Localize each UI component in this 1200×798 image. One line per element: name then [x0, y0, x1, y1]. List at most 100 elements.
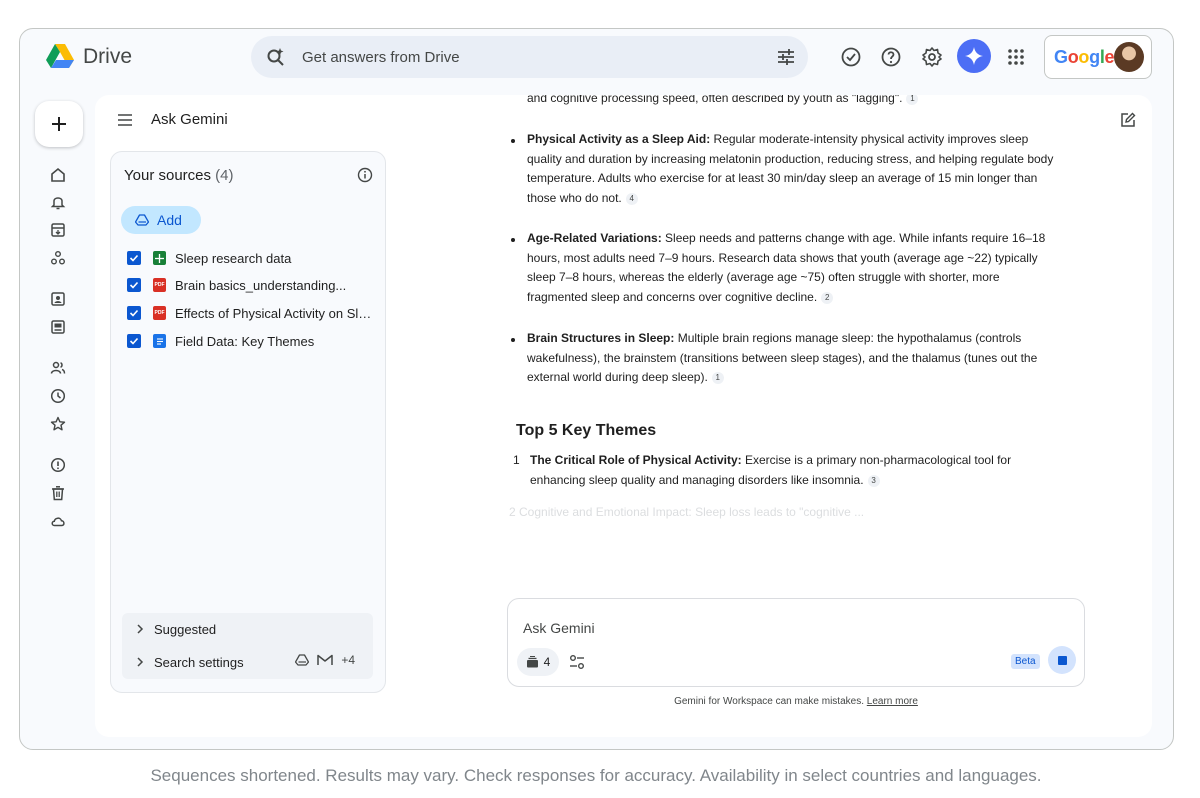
my-drive-icon[interactable] [50, 291, 66, 307]
sheets-file-icon [153, 251, 166, 265]
avatar[interactable] [1114, 42, 1144, 72]
search-input[interactable]: Get answers from Drive [302, 49, 460, 66]
drive-window: Drive Get answers from Drive Google Ask … [19, 28, 1174, 750]
faded-numbered-item: 2 Cognitive and Emotional Impact: Sleep … [509, 505, 865, 519]
source-item[interactable]: PDF Effects of Physical Activity on Slee… [127, 304, 377, 322]
shared-with-me-icon[interactable] [50, 360, 66, 376]
bullet [511, 238, 515, 242]
plus-icon [52, 117, 66, 131]
citation-chip[interactable]: 1 [906, 95, 919, 105]
citation-chip[interactable]: 3 [867, 474, 880, 487]
recent-clock-icon[interactable] [50, 388, 66, 404]
ask-gemini-input-box[interactable]: Ask Gemini 4 Beta [507, 598, 1085, 687]
filter-icon[interactable] [776, 47, 796, 67]
trash-icon[interactable] [50, 485, 66, 501]
bullet-title: Age-Related Variations: [527, 231, 662, 245]
top-bar: Drive Get answers from Drive Google [20, 29, 1173, 89]
response-bullet: Brain Structures in Sleep: Multiple brai… [527, 329, 1057, 388]
sources-chip-count: 4 [543, 655, 551, 669]
learn-more-link[interactable]: Learn more [867, 696, 918, 707]
search-sparkle-icon [267, 48, 284, 66]
suggested-label: Suggested [154, 621, 217, 637]
list-number: 1 [513, 453, 520, 467]
checkbox-checked[interactable] [127, 278, 141, 292]
panel-title: Ask Gemini [151, 111, 228, 128]
source-label: Brain basics_understanding... [175, 277, 347, 293]
response-text: and cognitive processing speed, often de… [527, 95, 903, 105]
checkbox-checked[interactable] [127, 251, 141, 265]
source-label: Effects of Physical Activity on Slee... [175, 305, 375, 321]
sources-chip[interactable]: 4 [517, 648, 559, 676]
citation-chip[interactable]: 1 [711, 372, 724, 384]
item-title: The Critical Role of Physical Activity: [530, 453, 742, 467]
stop-icon [1057, 655, 1067, 665]
gemini-response: and cognitive processing speed, often de… [506, 95, 1066, 515]
drive-outline-icon [295, 654, 310, 666]
gmail-icon [317, 654, 334, 665]
apps-grid-icon[interactable] [1005, 46, 1027, 68]
tools-icon[interactable] [569, 654, 585, 670]
gemini-sparkle-icon [965, 47, 983, 65]
settings-gear-icon[interactable] [921, 46, 943, 68]
sources-footer: Suggested Search settings +4 [122, 613, 373, 679]
source-item[interactable]: Field Data: Key Themes [127, 332, 377, 350]
notifications-bell-icon[interactable] [50, 194, 66, 210]
response-bullet: Age-Related Variations: Sleep needs and … [527, 229, 1057, 307]
drive-outline-icon [135, 214, 149, 226]
disclaimer: Gemini for Workspace can make mistakes. … [507, 696, 1085, 707]
search-source-icons: +4 [295, 653, 355, 667]
search-settings-row[interactable]: Search settings [136, 653, 244, 671]
drive-logo-icon[interactable] [46, 44, 74, 68]
info-icon[interactable] [357, 167, 373, 183]
menu-icon[interactable] [117, 113, 133, 127]
computers-icon[interactable] [50, 319, 66, 335]
storage-cloud-icon[interactable] [50, 513, 66, 529]
chevron-right-icon [137, 624, 144, 634]
ask-gemini-input[interactable]: Ask Gemini [523, 620, 595, 636]
citation-chip[interactable]: 2 [821, 291, 834, 304]
pdf-file-icon: PDF [153, 306, 166, 320]
response-bullet: Physical Activity as a Sleep Aid: Regula… [527, 130, 1057, 208]
spam-icon[interactable] [50, 457, 66, 473]
new-button[interactable] [35, 101, 83, 147]
caption: Sequences shortened. Results may vary. C… [150, 766, 1042, 785]
extra-sources-count: +4 [341, 653, 355, 667]
bullet [511, 338, 515, 342]
search-settings-label: Search settings [154, 654, 244, 670]
checkbox-checked[interactable] [127, 306, 141, 320]
add-source-label: Add [157, 212, 182, 228]
docs-file-icon [153, 334, 166, 348]
source-label: Sleep research data [175, 250, 292, 266]
new-chat-edit-icon[interactable] [1120, 112, 1136, 128]
bullet-title: Brain Structures in Sleep: [527, 331, 675, 345]
activity-icon[interactable] [50, 222, 66, 238]
sources-card: Your sources (4) Add Sleep research data [110, 151, 386, 693]
account-switcher[interactable]: Google [1044, 35, 1152, 79]
sources-title: Your sources (4) [124, 167, 234, 184]
pdf-file-icon: PDF [153, 278, 166, 292]
gemini-button[interactable] [957, 39, 991, 73]
bullet [511, 139, 515, 143]
sources-title-text: Your sources [124, 167, 211, 184]
source-label: Field Data: Key Themes [175, 333, 315, 349]
chevron-right-icon [137, 657, 144, 667]
starred-icon[interactable] [50, 416, 66, 432]
bullet-title: Physical Activity as a Sleep Aid: [527, 132, 711, 146]
add-source-button[interactable]: Add [121, 206, 201, 234]
stop-button[interactable] [1048, 646, 1076, 674]
checkbox-checked[interactable] [127, 334, 141, 348]
citation-chip[interactable]: 4 [625, 192, 638, 205]
beta-badge: Beta [1011, 654, 1040, 669]
source-item[interactable]: PDF Brain basics_understanding... [127, 276, 377, 294]
sources-count: (4) [215, 167, 234, 184]
ready-offline-icon[interactable] [840, 46, 862, 68]
source-item[interactable]: Sleep research data [127, 249, 377, 267]
search-bar[interactable]: Get answers from Drive [251, 36, 808, 78]
suggested-row[interactable]: Suggested [136, 620, 216, 638]
home-icon[interactable] [50, 167, 66, 183]
workspaces-icon[interactable] [50, 250, 66, 266]
help-icon[interactable] [880, 46, 902, 68]
response-paragraph: and cognitive processing speed, often de… [527, 95, 1057, 109]
key-themes-heading: Top 5 Key Themes [516, 422, 657, 439]
disclaimer-text: Gemini for Workspace can make mistakes. [674, 696, 864, 707]
